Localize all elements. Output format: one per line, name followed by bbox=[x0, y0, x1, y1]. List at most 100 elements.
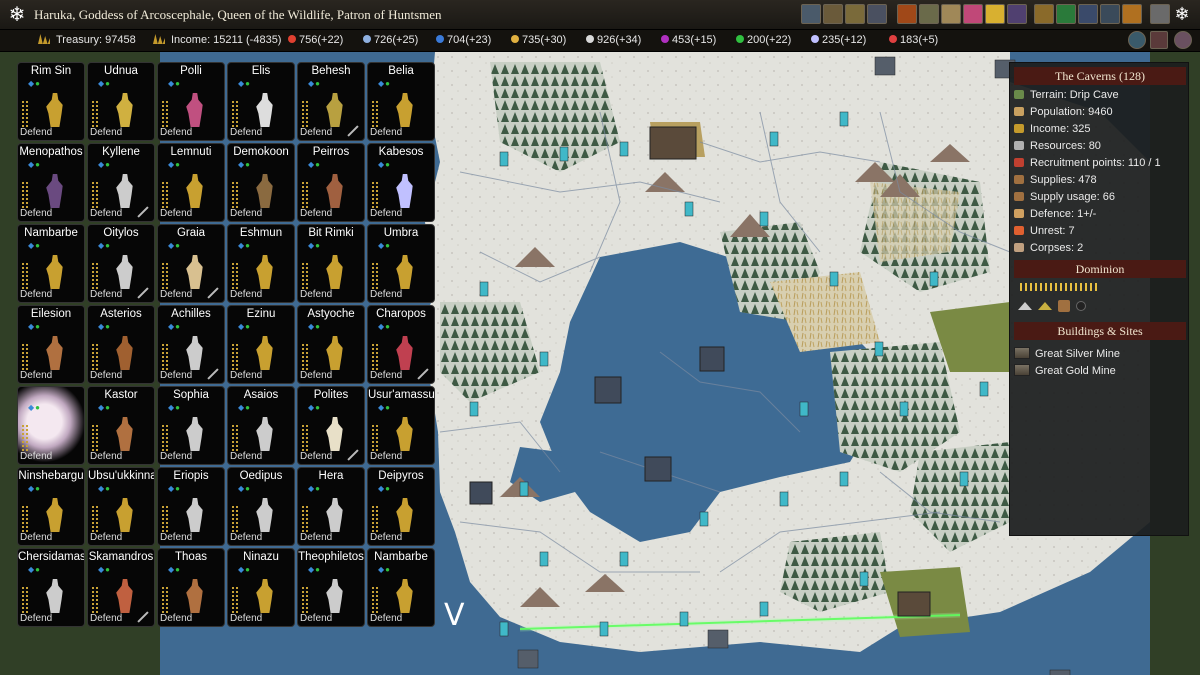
commander-card[interactable]: Thoas ◆● Defend bbox=[157, 548, 225, 627]
commander-card[interactable]: Asterios ◆● Defend bbox=[87, 305, 155, 384]
mountain-icon[interactable] bbox=[1100, 4, 1120, 24]
treasure-icon[interactable] bbox=[1034, 4, 1054, 24]
commander-name: Umbra bbox=[383, 227, 419, 239]
commander-card[interactable]: Demokoon ◆● Defend bbox=[227, 143, 295, 222]
commander-card[interactable]: Asaios ◆● Defend bbox=[227, 386, 295, 465]
commander-card[interactable]: Ezinu ◆● Defend bbox=[227, 305, 295, 384]
province-title: The Caverns (128) bbox=[1014, 67, 1186, 85]
commander-card[interactable]: Eilesion ◆● Defend bbox=[17, 305, 85, 384]
commander-card[interactable]: Theophiletos ◆● Defend bbox=[297, 548, 365, 627]
commander-card[interactable]: Achilles ◆● Defend bbox=[157, 305, 225, 384]
commander-card[interactable]: Umbra ◆● Defend bbox=[367, 224, 435, 303]
sword-icon bbox=[347, 125, 359, 137]
snowflake-menu-icon[interactable]: ❄ bbox=[6, 4, 28, 26]
gem-1: 726(+25) bbox=[363, 34, 418, 46]
commander-card[interactable]: Usur'amassu ◆● Defend bbox=[367, 386, 435, 465]
commander-card[interactable]: Graia ◆● Defend bbox=[157, 224, 225, 303]
commander-name: Rim Sin bbox=[30, 65, 72, 77]
commander-name: Hera bbox=[318, 470, 344, 482]
magic-path-icons: ◆● bbox=[308, 403, 321, 412]
commander-card[interactable]: Ninazu ◆● Defend bbox=[227, 548, 295, 627]
messages-icon[interactable] bbox=[1150, 31, 1168, 49]
commander-card[interactable]: Hera ◆● Defend bbox=[297, 467, 365, 546]
order-label: Defend bbox=[160, 532, 193, 543]
order-label: Defend bbox=[230, 532, 263, 543]
commander-card[interactable]: Oedipus ◆● Defend bbox=[227, 467, 295, 546]
army-setup-icon[interactable] bbox=[801, 4, 821, 24]
unit-count-icon bbox=[92, 344, 98, 370]
commander-name: Elis bbox=[251, 65, 271, 77]
commander-card[interactable]: Behesh ◆● Defend bbox=[297, 62, 365, 141]
commander-card[interactable]: Menopathos ◆● Defend bbox=[17, 143, 85, 222]
stat-text: Income: 325 bbox=[1030, 123, 1091, 135]
commander-card[interactable]: Nambarbe ◆● Defend bbox=[17, 224, 85, 303]
commander-card[interactable]: Oitylos ◆● Defend bbox=[87, 224, 155, 303]
commander-card[interactable]: Sophia ◆● Defend bbox=[157, 386, 225, 465]
commander-card[interactable]: Elis ◆● Defend bbox=[227, 62, 295, 141]
magic-path-icons: ◆● bbox=[308, 484, 321, 493]
unit-count-icon bbox=[232, 182, 238, 208]
tombstone-icon[interactable] bbox=[867, 4, 887, 24]
magic-path-icons: ◆● bbox=[98, 160, 111, 169]
message-icon[interactable] bbox=[1150, 4, 1170, 24]
unknown-resource-icon bbox=[889, 35, 897, 43]
commander-card[interactable]: Udnua ◆● Defend bbox=[87, 62, 155, 141]
globe-icon[interactable] bbox=[1128, 31, 1146, 49]
site-great-silver-mine[interactable]: Great Silver Mine bbox=[1014, 347, 1120, 360]
commander-card[interactable]: Eshmun ◆● Defend bbox=[227, 224, 295, 303]
commander-card[interactable]: Bit Rimki ◆● Defend bbox=[297, 224, 365, 303]
commander-card[interactable]: Deipyros ◆● Defend bbox=[367, 467, 435, 546]
order-label: Defend bbox=[370, 289, 403, 300]
unit-count-icon bbox=[232, 506, 238, 532]
commander-card[interactable]: Ubsu'ukkinna ◆● Defend bbox=[87, 467, 155, 546]
gem-count: 926(+34) bbox=[597, 34, 642, 46]
scroll-down-arrow[interactable]: V bbox=[444, 598, 465, 633]
commander-sprite bbox=[326, 174, 343, 208]
void-icon[interactable] bbox=[1007, 4, 1027, 24]
unit-count-icon bbox=[162, 263, 168, 289]
sword-icon bbox=[207, 287, 219, 299]
end-turn-icon[interactable] bbox=[1174, 31, 1192, 49]
commander-card[interactable]: Astyoche ◆● Defend bbox=[297, 305, 365, 384]
sun-icon[interactable] bbox=[985, 4, 1005, 24]
commander-card[interactable]: Ninshebargu ◆● Defend bbox=[17, 467, 85, 546]
commander-card[interactable]: Kyllene ◆● Defend bbox=[87, 143, 155, 222]
commander-card[interactable]: Polli ◆● Defend bbox=[157, 62, 225, 141]
magic-path-icons: ◆● bbox=[98, 484, 111, 493]
commander-card[interactable]: Belia ◆● Defend bbox=[367, 62, 435, 141]
commander-card[interactable]: Kabesos ◆● Defend bbox=[367, 143, 435, 222]
commander-name: Ninshebargu bbox=[18, 470, 84, 482]
site-great-gold-mine[interactable]: Great Gold Mine bbox=[1014, 364, 1116, 377]
commander-card[interactable]: Rim Sin ◆● Defend bbox=[17, 62, 85, 141]
magic-path-icons: ◆● bbox=[378, 565, 391, 574]
commander-card[interactable]: Peirros ◆● Defend bbox=[297, 143, 365, 222]
wave-icon[interactable] bbox=[1078, 4, 1098, 24]
commander-card[interactable]: Charopos ◆● Defend bbox=[367, 305, 435, 384]
commander-card[interactable]: Skamandros ◆● Defend bbox=[87, 548, 155, 627]
commander-sprite bbox=[116, 255, 133, 289]
province-stat: Recruitment points: 110 / 1 bbox=[1014, 157, 1161, 169]
flame-icon[interactable] bbox=[1122, 4, 1142, 24]
settings-icon[interactable]: ❄ bbox=[1172, 4, 1192, 24]
commander-card[interactable]: Chersidamas ◆● Defend bbox=[17, 548, 85, 627]
commander-card[interactable]: ◆● Defend bbox=[17, 386, 85, 465]
commander-card[interactable]: Polites ◆● Defend bbox=[297, 386, 365, 465]
fire-icon[interactable] bbox=[897, 4, 917, 24]
commander-sprite bbox=[46, 93, 63, 127]
castle-icon[interactable] bbox=[845, 4, 865, 24]
commander-card[interactable]: Nambarbe ◆● Defend bbox=[367, 548, 435, 627]
skull-icon[interactable] bbox=[963, 4, 983, 24]
commander-card[interactable]: Lemnuti ◆● Defend bbox=[157, 143, 225, 222]
unit-count-icon bbox=[372, 101, 378, 127]
herb-icon[interactable] bbox=[1056, 4, 1076, 24]
commander-card[interactable]: Eriopis ◆● Defend bbox=[157, 467, 225, 546]
commander-card[interactable]: Kastor ◆● Defend bbox=[87, 386, 155, 465]
commander-sprite bbox=[116, 579, 133, 613]
order-label: Defend bbox=[230, 613, 263, 624]
order-label: Defend bbox=[370, 127, 403, 138]
feather-icon[interactable] bbox=[919, 4, 939, 24]
hand-icon[interactable] bbox=[941, 4, 961, 24]
income: Income: 15211 (-4835) bbox=[153, 34, 281, 46]
recruit-icon[interactable] bbox=[823, 4, 843, 24]
unrest-icon bbox=[1014, 226, 1024, 235]
